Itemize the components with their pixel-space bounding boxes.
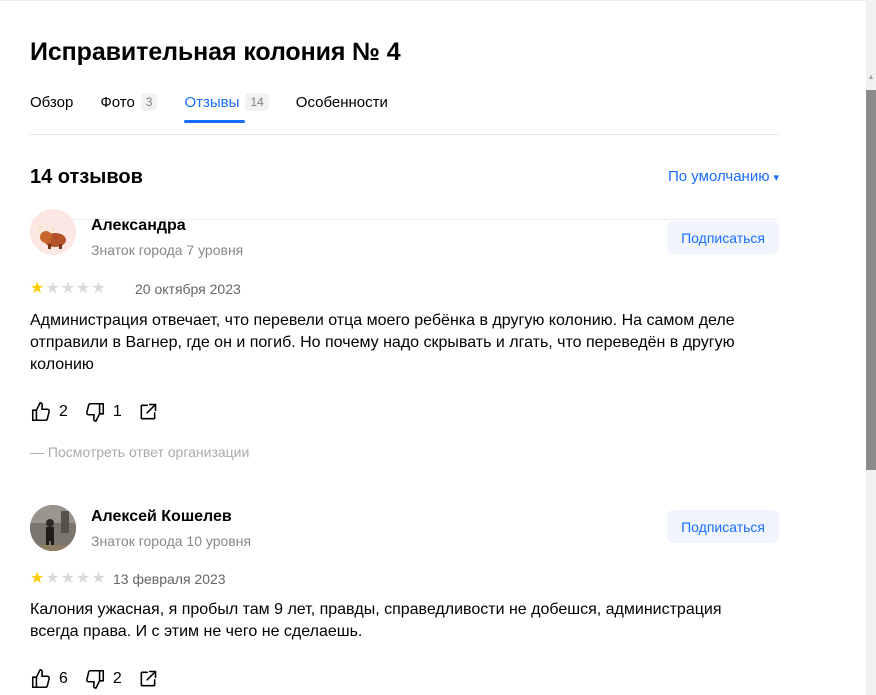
tabs: Обзор Фото 3 Отзывы 14 Особенности [30,92,415,123]
like-button[interactable]: 6 [30,668,68,690]
review-author-level: Знаток города 7 уровня [91,242,244,258]
share-button[interactable] [138,402,158,422]
tabs-divider [30,134,779,135]
tab-photos[interactable]: Фото 3 [100,92,158,112]
yak-avatar-icon [30,209,76,255]
share-icon [140,670,157,687]
avatar[interactable] [30,209,76,255]
thumb-up-icon [31,669,50,689]
tab-count-badge: 3 [140,93,158,111]
star-icon: ★ [45,570,60,587]
chevron-down-icon: ▾ [773,172,779,184]
tab-label: Фото [100,93,135,111]
review-author-name[interactable]: Алексей Кошелев [91,508,232,526]
star-icon: ★ [60,570,76,587]
tab-label: Обзор [30,93,74,111]
review-card: Алексей Кошелев Знаток города 10 уровня … [30,505,779,695]
star-icon: ★ [76,570,91,587]
tab-count-badge: 14 [245,93,269,111]
view-org-answer-link[interactable]: — Посмотреть ответ организации [30,444,249,460]
star-icon: ★ [91,570,106,587]
review-author-level: Знаток города 10 уровня [91,533,252,549]
tab-overview[interactable]: Обзор [30,92,73,112]
dislike-button[interactable]: 1 [84,401,122,423]
review-author-name[interactable]: Александра [91,217,186,235]
star-icon: ★ [76,280,91,297]
share-icon [140,403,157,420]
star-icon: ★ [45,280,60,297]
like-button[interactable]: 2 [30,401,68,423]
sort-dropdown[interactable]: По умолчанию ▾ [668,168,779,185]
page-title: Исправительная колония № 4 [30,38,401,66]
star-icon: ★ [91,280,106,297]
review-date: 20 октября 2023 [135,281,241,297]
star-icon: ★ [30,570,45,587]
org-reviews-panel: Исправительная колония № 4 Обзор Фото 3 … [0,0,866,695]
scrollbar-thumb[interactable] [866,90,876,470]
star-icon: ★ [30,280,45,297]
review-actions: 2 1 [30,401,174,423]
tab-label: Особенности [295,93,388,111]
dislike-count: 1 [112,403,122,420]
thumb-up-icon [31,402,50,422]
thumb-down-icon [85,402,104,422]
dislike-count: 2 [112,670,122,687]
thumb-down-icon [85,669,104,689]
rating-stars: ★ ★ ★ ★ ★ [30,281,107,297]
avatar[interactable] [30,505,76,551]
subscribe-label: Подписаться [681,518,765,535]
tab-label: Отзывы [184,93,240,111]
tab-reviews[interactable]: Отзывы 14 [184,92,269,123]
like-count: 6 [59,670,68,687]
review-text: Администрация отвечает, что перевели отц… [30,312,735,373]
rating-stars: ★ ★ ★ ★ ★ [30,571,107,587]
tab-features[interactable]: Особенности [296,92,388,112]
subscribe-button[interactable]: Подписаться [667,221,779,254]
review-card: Александра Знаток города 7 уровня Подпис… [30,209,779,469]
top-divider [0,0,866,1]
subscribe-button[interactable]: Подписаться [667,510,779,543]
review-date: 13 февраля 2023 [113,571,226,587]
subscribe-label: Подписаться [681,229,765,246]
active-tab-indicator [184,120,246,123]
review-actions: 6 2 [30,668,174,690]
reviews-count-heading: 14 отзывов [30,166,143,188]
star-icon: ★ [60,280,76,297]
review-text: Калония ужасная, я пробыл там 9 лет, пра… [30,601,722,640]
like-count: 2 [59,403,68,420]
sort-label: По умолчанию [668,168,770,185]
user-photo-icon [30,505,76,551]
dislike-button[interactable]: 2 [84,668,122,690]
share-button[interactable] [138,669,158,689]
scroll-up-icon[interactable]: ▲ [866,72,876,84]
